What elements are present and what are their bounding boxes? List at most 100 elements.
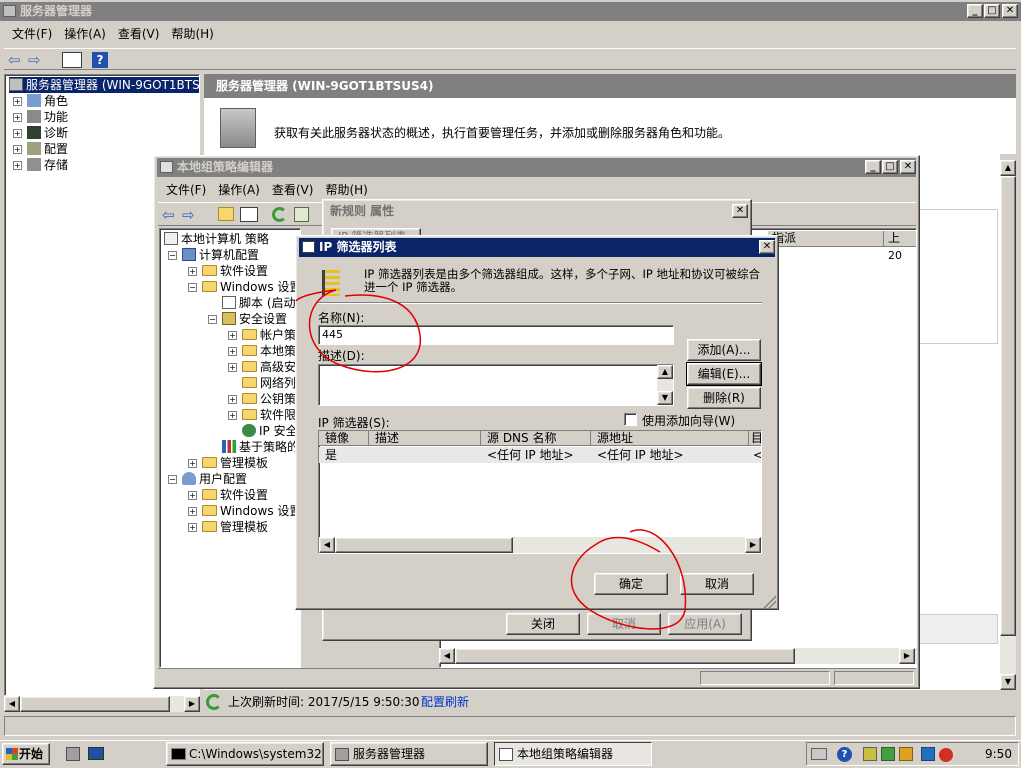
forward-icon[interactable]: ⇨	[28, 51, 41, 69]
rule-apply-button[interactable]: 应用(A)	[668, 613, 742, 635]
use-wizard-label[interactable]: 使用添加向导(W)	[642, 412, 735, 429]
desc-scroll-up[interactable]: ▲	[657, 365, 673, 379]
quicklaunch-desktop-icon[interactable]	[88, 747, 104, 760]
scroll-left-button[interactable]: ◀	[4, 696, 20, 712]
quicklaunch-server-icon[interactable]	[66, 747, 80, 761]
back-icon[interactable]: ⇦	[8, 51, 21, 69]
edit-filter-button[interactable]: 编辑(E)...	[686, 362, 762, 386]
gpo-tree-software-restriction[interactable]: 软件限	[242, 407, 296, 423]
tree-item-features[interactable]: 功能	[27, 109, 68, 125]
taskbar-item-server-manager[interactable]: 服务器管理器	[330, 742, 488, 766]
gpo-tree-computer-config[interactable]: 计算机配置	[182, 247, 259, 263]
gpo-tree-root[interactable]: 本地计算机 策略	[164, 231, 269, 247]
scroll-up-button[interactable]: ▲	[1000, 160, 1016, 176]
scroll-thumb[interactable]	[20, 696, 170, 712]
tray-volume-error-icon[interactable]	[939, 748, 953, 762]
help-icon[interactable]: ?	[92, 52, 108, 68]
configure-refresh-link[interactable]: 配置刷新	[421, 692, 469, 712]
rule-cancel-button[interactable]: 取消	[587, 613, 661, 635]
remove-filter-button[interactable]: 删除(R)	[687, 387, 761, 409]
menu-file[interactable]: 文件(F)	[6, 24, 58, 44]
expand-storage-icon[interactable]: +	[13, 161, 22, 170]
gpo-hscroll-thumb[interactable]	[455, 648, 795, 664]
collapse-security-settings-icon[interactable]: −	[208, 315, 217, 324]
rule-properties-titlebar[interactable]: 新规则 属性 ✕	[326, 202, 748, 221]
col-description[interactable]: 描述	[369, 431, 481, 446]
add-filter-button[interactable]: 添加(A)...	[687, 339, 761, 361]
rule-close-button[interactable]: ✕	[732, 204, 748, 218]
server-manager-titlebar[interactable]: 服务器管理器 _ □ ✕	[0, 2, 1021, 21]
resize-grip-icon[interactable]	[762, 594, 776, 608]
expand-local-policies-icon[interactable]: +	[228, 347, 237, 356]
gpo-tree-user-config[interactable]: 用户配置	[182, 471, 247, 487]
gpo-tree-user-windows[interactable]: Windows 设置	[202, 503, 300, 519]
gpo-tree-policy-qos[interactable]: 基于策略的	[222, 439, 299, 455]
gpo-tree-public-key[interactable]: 公钥策	[242, 391, 296, 407]
gpo-refresh-icon[interactable]	[272, 207, 287, 222]
col-mirror[interactable]: 镜像	[319, 431, 369, 446]
expand-user-software-icon[interactable]: +	[188, 491, 197, 500]
gpo-maximize-button[interactable]: □	[882, 160, 898, 174]
ip-filter-close-button[interactable]: ✕	[759, 240, 775, 254]
collapse-windows-settings-icon[interactable]: −	[188, 283, 197, 292]
menu-action[interactable]: 操作(A)	[58, 24, 112, 44]
gpo-tree-account-policies[interactable]: 帐户策	[242, 327, 296, 343]
show-hide-tree-icon[interactable]	[62, 52, 82, 68]
expand-user-admin-icon[interactable]: +	[188, 523, 197, 532]
col-src-dns[interactable]: 源 DNS 名称	[481, 431, 591, 446]
tray-flag-icon[interactable]	[899, 747, 913, 761]
name-input[interactable]: 445	[318, 325, 674, 345]
maximize-button[interactable]: □	[984, 4, 1000, 18]
gpo-scroll-right[interactable]: ▶	[899, 648, 915, 664]
gpo-column-last[interactable]: 上	[884, 231, 916, 247]
gpo-tree-user-admin[interactable]: 管理模板	[202, 519, 268, 535]
expand-roles-icon[interactable]: +	[13, 97, 22, 106]
expand-features-icon[interactable]: +	[13, 113, 22, 122]
expand-configuration-icon[interactable]: +	[13, 145, 22, 154]
taskbar-item-gpo-editor[interactable]: 本地组策略编辑器	[494, 742, 652, 766]
expand-account-policies-icon[interactable]: +	[228, 331, 237, 340]
gpo-tree-admin-templates[interactable]: 管理模板	[202, 455, 268, 471]
col-src-addr[interactable]: 源地址	[591, 431, 749, 446]
tree-item-diagnostics[interactable]: 诊断	[27, 125, 68, 141]
gpo-tree-software-settings[interactable]: 软件设置	[202, 263, 268, 279]
table-scroll-right[interactable]: ▶	[745, 537, 761, 553]
tree-item-storage[interactable]: 存储	[27, 157, 68, 173]
tray-network-icon[interactable]	[863, 747, 877, 761]
expand-user-windows-icon[interactable]: +	[188, 507, 197, 516]
expand-admin-templates-icon[interactable]: +	[188, 459, 197, 468]
menu-help[interactable]: 帮助(H)	[165, 24, 219, 44]
content-vertical-scrollbar[interactable]: ▲ ▼	[1000, 160, 1016, 690]
gpo-tree-toggle-icon[interactable]	[240, 207, 258, 222]
taskbar-item-cmd[interactable]: C:\Windows\system32...	[166, 742, 324, 766]
tray-help-icon[interactable]: ?	[837, 747, 852, 762]
gpo-menu-action[interactable]: 操作(A)	[212, 180, 266, 200]
rule-close-dialog-button[interactable]: 关闭	[506, 613, 580, 635]
gpo-menu-help[interactable]: 帮助(H)	[319, 180, 373, 200]
expand-software-settings-icon[interactable]: +	[188, 267, 197, 276]
ok-button[interactable]: 确定	[594, 573, 668, 595]
gpo-tree-scripts[interactable]: 脚本 (启动	[222, 295, 296, 311]
start-button[interactable]: 开始	[2, 743, 50, 765]
cancel-button[interactable]: 取消	[680, 573, 754, 595]
tray-security-icon[interactable]	[881, 747, 895, 761]
ip-filter-titlebar[interactable]: IP 筛选器列表 ✕	[299, 238, 775, 257]
gpo-menu-view[interactable]: 查看(V)	[266, 180, 320, 200]
tray-computer-icon[interactable]	[921, 747, 935, 761]
collapse-computer-config-icon[interactable]: −	[168, 251, 177, 260]
gpo-tree-security-settings[interactable]: 安全设置	[222, 311, 287, 327]
minimize-button[interactable]: _	[967, 4, 983, 18]
tree-horizontal-scrollbar[interactable]: ◀ ▶	[4, 696, 200, 712]
gpo-minimize-button[interactable]: _	[865, 160, 881, 174]
expand-advanced-icon[interactable]: +	[228, 363, 237, 372]
gpo-close-button[interactable]: ✕	[900, 160, 916, 174]
gpo-up-icon[interactable]	[218, 207, 234, 221]
keyboard-icon[interactable]	[811, 748, 827, 760]
table-row[interactable]: 是 <任何 IP 地址> <任何 IP 地址> <	[319, 447, 761, 463]
gpo-tree-advanced[interactable]: 高级安	[242, 359, 296, 375]
gpo-tree-windows-settings[interactable]: Windows 设置	[202, 279, 300, 295]
gpo-tree-network-list[interactable]: 网络列	[242, 375, 296, 391]
scroll-down-button[interactable]: ▼	[1000, 674, 1016, 690]
tree-item-configuration[interactable]: 配置	[27, 141, 68, 157]
refresh-icon[interactable]	[206, 694, 222, 710]
